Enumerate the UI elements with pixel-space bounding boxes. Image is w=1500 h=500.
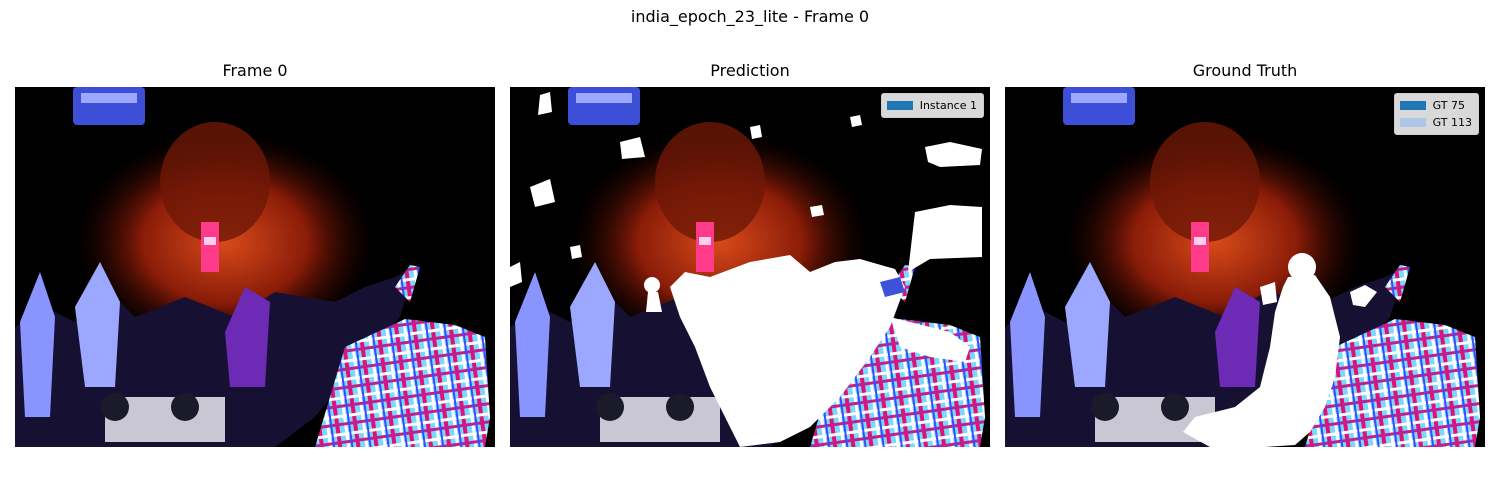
legend-swatch — [1399, 118, 1426, 127]
panel-title-frame: Frame 0 — [222, 61, 288, 80]
legend-item-gt-113: GT 113 — [1399, 114, 1472, 131]
ground-truth-legend: GT 75 GT 113 — [1393, 93, 1479, 135]
ground-truth-image-render — [1005, 87, 1485, 447]
panel-title-prediction: Prediction — [710, 61, 790, 80]
frame-image — [15, 87, 495, 447]
prediction-legend: Instance 1 — [880, 93, 984, 118]
legend-label: GT 75 — [1432, 99, 1466, 112]
figure-title: india_epoch_23_lite - Frame 0 — [630, 7, 870, 26]
legend-swatch — [886, 101, 913, 110]
legend-item-gt-75: GT 75 — [1399, 97, 1472, 114]
frame-image-render — [15, 87, 495, 447]
legend-item-instance-1: Instance 1 — [886, 97, 977, 114]
prediction-image-render — [510, 87, 990, 447]
legend-label: Instance 1 — [919, 99, 977, 112]
prediction-image: Instance 1 — [510, 87, 990, 447]
panel-title-ground-truth: Ground Truth — [1192, 61, 1298, 80]
legend-label: GT 113 — [1432, 116, 1472, 129]
legend-swatch — [1399, 101, 1426, 110]
ground-truth-image: GT 75 GT 113 — [1005, 87, 1485, 447]
